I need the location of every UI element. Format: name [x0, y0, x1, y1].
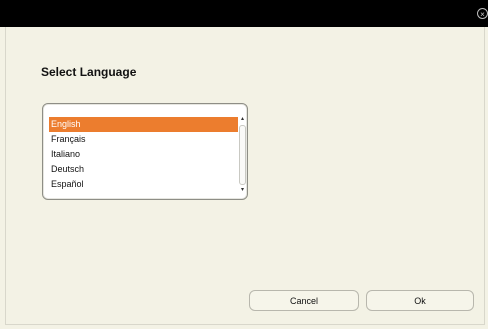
language-list: English Français Italiano Deutsch Españo…	[49, 117, 238, 192]
list-item-italiano[interactable]: Italiano	[49, 147, 238, 162]
close-icon[interactable]: ×	[477, 8, 488, 19]
scroll-up-icon[interactable]: ▴	[239, 116, 246, 123]
list-item-francais[interactable]: Français	[49, 132, 238, 147]
list-item-deutsch[interactable]: Deutsch	[49, 162, 238, 177]
title-bar: ×	[0, 0, 488, 27]
list-scrollbar[interactable]: ▴ ▾	[239, 116, 246, 193]
language-listbox[interactable]: English Français Italiano Deutsch Españo…	[42, 103, 248, 200]
list-item-english[interactable]: English	[49, 117, 238, 132]
cancel-button[interactable]: Cancel	[249, 290, 359, 311]
list-item-espanol[interactable]: Español	[49, 177, 238, 192]
scroll-down-icon[interactable]: ▾	[239, 187, 246, 194]
ok-button[interactable]: Ok	[366, 290, 474, 311]
dialog-heading: Select Language	[41, 65, 137, 79]
scroll-track[interactable]	[239, 125, 246, 185]
